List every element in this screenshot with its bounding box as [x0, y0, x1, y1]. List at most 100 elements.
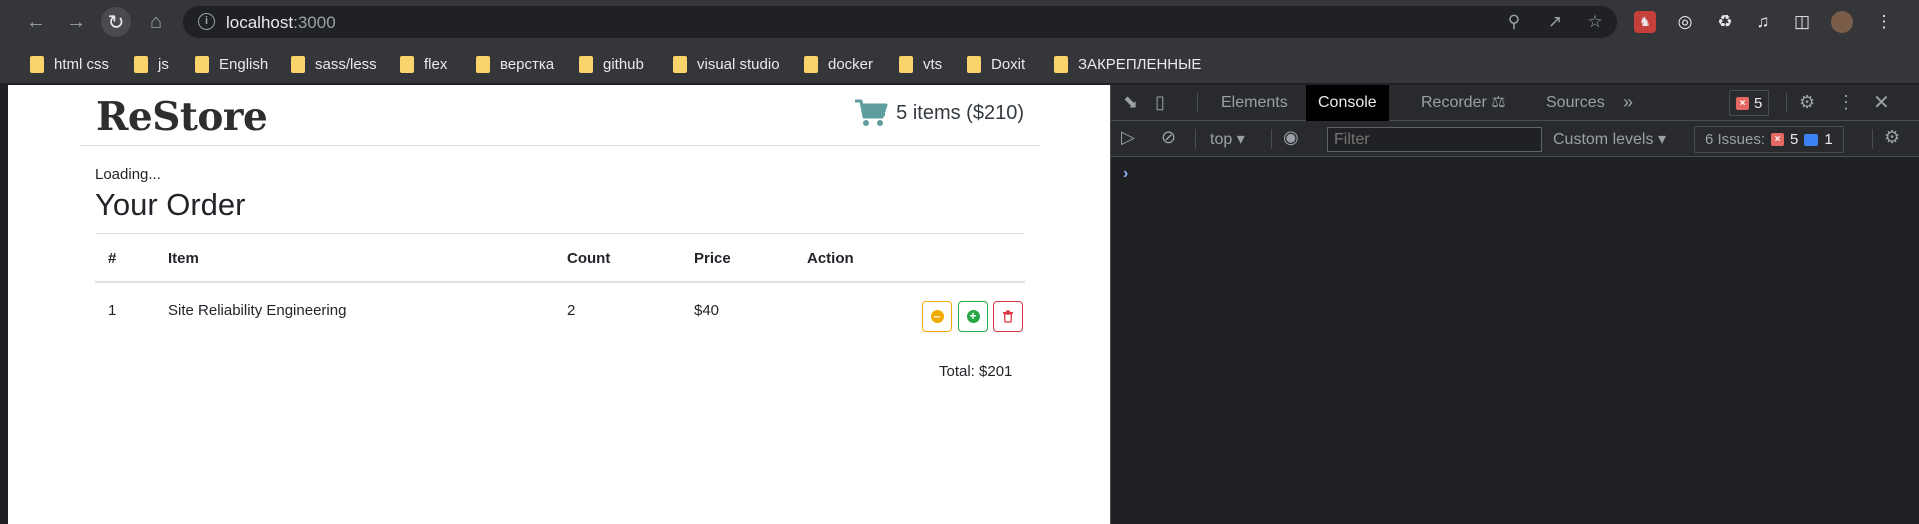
folder-icon — [195, 55, 209, 73]
shopping-cart-icon — [855, 99, 888, 126]
url-text[interactable]: localhost:3000 — [226, 13, 336, 33]
extension-target-icon[interactable]: ◎ — [1674, 11, 1696, 33]
folder-icon — [1054, 55, 1068, 73]
minus-circle-icon: – — [930, 310, 944, 323]
dropdown-arrow-icon: ▾ — [1657, 131, 1666, 148]
log-levels-dropdown[interactable]: Custom levels ▾ — [1553, 129, 1666, 149]
row-item-title: Site Reliability Engineering — [168, 302, 347, 319]
row-count: 2 — [567, 302, 576, 319]
extension-icon[interactable]: ♞ — [1634, 11, 1656, 33]
console-prompt[interactable]: › — [1123, 165, 1128, 183]
context-selector[interactable]: top ▾ — [1210, 129, 1245, 149]
column-header-number: # — [108, 250, 117, 267]
back-icon[interactable]: ← — [21, 7, 51, 37]
settings-gear-icon[interactable]: ⚙ — [1799, 92, 1815, 113]
home-icon[interactable]: ⌂ — [141, 7, 171, 37]
error-counter[interactable]: × 5 — [1729, 90, 1770, 116]
dropdown-arrow-icon: ▾ — [1236, 131, 1245, 148]
forward-icon[interactable]: → — [61, 7, 91, 37]
tab-console[interactable]: Console — [1306, 85, 1389, 121]
console-filter-input[interactable] — [1327, 127, 1542, 152]
site-info-icon[interactable]: i — [198, 13, 215, 30]
bookmark-folder[interactable]: vts — [899, 53, 942, 75]
error-icon: × — [1771, 133, 1785, 146]
bookmark-folder[interactable]: ЗАКРЕПЛЕННЫЕ — [1054, 53, 1201, 75]
menu-kebab-icon[interactable]: ⋮ — [1873, 11, 1895, 33]
toolbar-divider — [1197, 93, 1198, 113]
flask-icon: ⚖ — [1491, 94, 1506, 111]
order-table: # Item Count Price Action 1 Site Reliabi… — [95, 233, 1025, 353]
error-icon: × — [1736, 96, 1749, 110]
bookmark-folder[interactable]: visual studio — [673, 53, 780, 75]
cart-summary[interactable]: 5 items ($210) — [854, 98, 1024, 128]
bookmark-folder[interactable]: English — [195, 53, 268, 75]
folder-icon — [30, 55, 44, 73]
toolbar-divider — [1786, 93, 1787, 113]
tab-elements[interactable]: Elements — [1209, 85, 1300, 121]
decrease-button[interactable]: – — [922, 301, 952, 332]
bookmark-folder[interactable]: flex — [400, 53, 447, 75]
tab-recorder[interactable]: Recorder ⚖ — [1409, 85, 1518, 121]
toolbar-divider — [1195, 129, 1196, 149]
profile-avatar[interactable] — [1831, 11, 1853, 33]
bookmark-folder[interactable]: sass/less — [291, 53, 377, 75]
browser-toolbar: ← → ↻ ⌂ i localhost:3000 ⚲ ↗ ☆ ♞ ◎ ♻ ♫ ◫… — [0, 0, 1919, 44]
folder-icon — [291, 55, 305, 73]
sidebar-toggle-icon[interactable]: ▷ — [1121, 127, 1135, 148]
side-panel-icon[interactable]: ◫ — [1791, 11, 1813, 33]
zoom-icon[interactable]: ⚲ — [1503, 11, 1525, 33]
bookmark-star-icon[interactable]: ☆ — [1584, 11, 1606, 33]
device-toolbar-icon[interactable]: ▯ — [1155, 92, 1165, 113]
folder-icon — [967, 55, 981, 73]
bookmark-folder[interactable]: docker — [804, 53, 873, 75]
inspect-element-icon[interactable]: ⬊ — [1123, 92, 1138, 113]
customize-menu-icon[interactable]: ⋮ — [1837, 92, 1855, 113]
order-total: Total: $201 — [939, 363, 1013, 380]
extensions-puzzle-icon[interactable]: ♻ — [1714, 11, 1736, 33]
bookmark-folder[interactable]: github — [579, 53, 644, 75]
folder-icon — [579, 55, 593, 73]
row-price: $40 — [694, 302, 720, 319]
bookmark-folder[interactable]: html css — [30, 53, 109, 75]
trash-icon — [1003, 310, 1013, 323]
console-toolbar: ▷ ⊘ top ▾ ◉ Custom levels ▾ 6 Issues: × … — [1111, 121, 1919, 157]
loading-text: Loading... — [95, 166, 161, 183]
table-row: 1 Site Reliability Engineering 2 $40 – + — [95, 283, 1025, 353]
bookmark-folder[interactable]: верстка — [476, 53, 554, 75]
delete-button[interactable] — [993, 301, 1023, 332]
bookmarks-bar: html css js English sass/less flex верст… — [0, 44, 1919, 84]
bookmark-folder[interactable]: js — [134, 53, 169, 75]
column-header-action: Action — [807, 250, 854, 267]
cart-summary-text: 5 items ($210) — [896, 101, 1024, 124]
folder-icon — [400, 55, 414, 73]
folder-icon — [804, 55, 818, 73]
page-title: Your Order — [95, 187, 246, 222]
close-devtools-icon[interactable]: ✕ — [1873, 90, 1890, 115]
row-number: 1 — [108, 302, 117, 319]
column-header-price: Price — [694, 250, 731, 267]
console-settings-gear-icon[interactable]: ⚙ — [1884, 127, 1900, 148]
folder-icon — [134, 55, 148, 73]
tab-sources[interactable]: Sources — [1534, 85, 1617, 121]
share-icon[interactable]: ↗ — [1544, 11, 1566, 33]
toolbar-divider — [1872, 129, 1873, 149]
devtools-panel: ⬊ ▯ Elements Console Recorder ⚖ Sources … — [1110, 85, 1919, 524]
app-logo[interactable]: ReStore — [96, 94, 268, 140]
issues-button[interactable]: 6 Issues: × 5 1 — [1694, 126, 1844, 153]
toolbar-divider — [1271, 129, 1272, 149]
folder-icon — [673, 55, 687, 73]
address-bar[interactable]: i localhost:3000 ⚲ ↗ ☆ — [183, 6, 1617, 38]
media-control-icon[interactable]: ♫ — [1752, 11, 1774, 33]
reload-icon[interactable]: ↻ — [101, 7, 131, 37]
live-expression-eye-icon[interactable]: ◉ — [1283, 127, 1299, 148]
app-header: ReStore 5 items ($210) — [80, 85, 1040, 146]
folder-icon — [476, 55, 490, 73]
bookmark-folder[interactable]: Doxit — [967, 53, 1025, 75]
clear-console-icon[interactable]: ⊘ — [1161, 127, 1176, 148]
folder-icon — [899, 55, 913, 73]
more-tabs-chevron-icon[interactable]: » — [1623, 92, 1633, 113]
increase-button[interactable]: + — [958, 301, 988, 332]
page-viewport: ReStore 5 items ($210) Loading... Your O… — [8, 85, 1110, 524]
column-header-count: Count — [567, 250, 611, 267]
info-message-icon — [1804, 133, 1819, 146]
